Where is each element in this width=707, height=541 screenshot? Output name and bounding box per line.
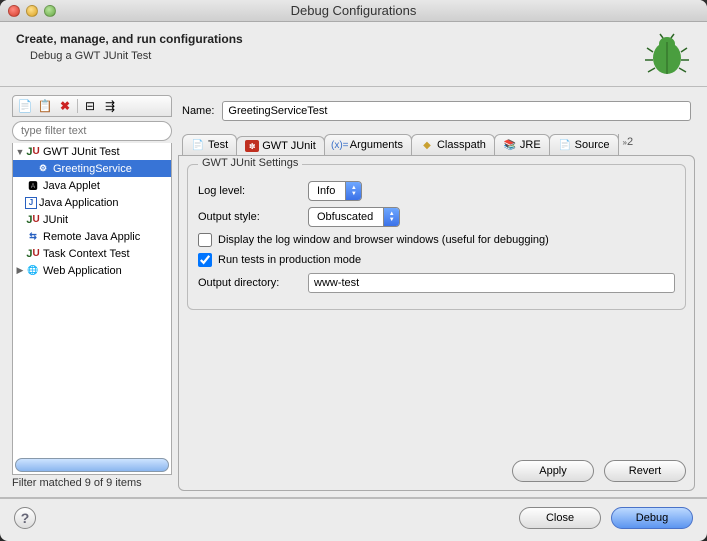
tree-item-greeting-service[interactable]: ⚙ GreetingService — [13, 160, 171, 177]
filter-input[interactable] — [12, 121, 172, 141]
close-button[interactable]: Close — [519, 507, 601, 529]
footer: ? Close Debug — [0, 498, 707, 541]
tab-overflow[interactable]: »2 — [618, 134, 636, 150]
titlebar: Debug Configurations — [0, 0, 707, 22]
horizontal-scrollbar[interactable] — [15, 458, 169, 472]
select-arrows-icon: ▲▼ — [383, 208, 399, 226]
dialog-window: Debug Configurations Create, manage, and… — [0, 0, 707, 541]
gwt-junit-settings-group: GWT JUnit Settings Log level: Info ▲▼ Ou… — [187, 164, 686, 310]
display-log-checkbox[interactable] — [198, 233, 212, 247]
tree-label: GWT JUnit Test — [43, 146, 120, 158]
tab-source[interactable]: 📄Source — [549, 134, 619, 155]
header-title: Create, manage, and run configurations — [16, 32, 643, 46]
new-config-icon[interactable]: 📄 — [17, 98, 33, 114]
help-button[interactable]: ? — [14, 507, 36, 529]
tree-label: GreetingService — [53, 163, 132, 175]
filter-status: Filter matched 9 of 9 items — [12, 475, 172, 491]
tree-item-gwt-junit[interactable]: ▼JU GWT JUnit Test — [13, 143, 171, 160]
left-panel: 📄 📋 ✖ ⊟ ⇶ ▼JU GWT JUnit Test ⚙ GreetingS… — [12, 95, 172, 491]
tab-test[interactable]: 📄Test — [182, 134, 237, 155]
production-mode-checkbox[interactable] — [198, 253, 212, 267]
output-style-label: Output style: — [198, 211, 308, 223]
tree-label: JUnit — [43, 214, 68, 226]
delete-config-icon[interactable]: ✖ — [57, 98, 73, 114]
name-label: Name: — [182, 105, 214, 117]
output-dir-label: Output directory: — [198, 277, 308, 289]
tree-item-java-application[interactable]: J Java Application — [13, 194, 171, 211]
tab-arguments[interactable]: (x)=Arguments — [324, 134, 412, 155]
tab-panel: GWT JUnit Settings Log level: Info ▲▼ Ou… — [178, 155, 695, 491]
tree-item-task-context[interactable]: JU Task Context Test — [13, 245, 171, 262]
tree-label: Remote Java Applic — [43, 231, 140, 243]
header-subtitle: Debug a GWT JUnit Test — [30, 50, 643, 62]
tab-classpath[interactable]: ◆Classpath — [411, 134, 495, 155]
select-arrows-icon: ▲▼ — [345, 182, 361, 200]
header: Create, manage, and run configurations D… — [0, 22, 707, 86]
tree-label: Java Application — [39, 197, 119, 209]
tree-label: Web Application — [43, 265, 122, 277]
tab-jre[interactable]: 📚JRE — [494, 134, 550, 155]
collapse-all-icon[interactable]: ⊟ — [82, 98, 98, 114]
bug-icon — [643, 32, 691, 80]
tree-label: Task Context Test — [43, 248, 130, 260]
tab-gwt-junit[interactable]: ✽GWT JUnit — [236, 136, 325, 155]
output-style-select[interactable]: Obfuscated ▲▼ — [308, 207, 400, 227]
config-toolbar: 📄 📋 ✖ ⊟ ⇶ — [12, 95, 172, 117]
tree-label: Java Applet — [43, 180, 100, 192]
production-mode-label: Run tests in production mode — [218, 254, 361, 266]
name-input[interactable] — [222, 101, 691, 121]
display-log-label: Display the log window and browser windo… — [218, 234, 549, 246]
tree-item-remote-java[interactable]: ⇆ Remote Java Applic — [13, 228, 171, 245]
tree-item-junit[interactable]: JU JUnit — [13, 211, 171, 228]
output-dir-input[interactable] — [308, 273, 675, 293]
tab-bar: 📄Test ✽GWT JUnit (x)=Arguments ◆Classpat… — [178, 129, 695, 155]
group-legend: GWT JUnit Settings — [198, 157, 302, 169]
config-tree[interactable]: ▼JU GWT JUnit Test ⚙ GreetingService 🅰 J… — [12, 143, 172, 475]
tree-item-java-applet[interactable]: 🅰 Java Applet — [13, 177, 171, 194]
log-level-select[interactable]: Info ▲▼ — [308, 181, 362, 201]
filter-icon[interactable]: ⇶ — [102, 98, 118, 114]
apply-button[interactable]: Apply — [512, 460, 594, 482]
debug-button[interactable]: Debug — [611, 507, 693, 529]
right-panel: Name: 📄Test ✽GWT JUnit (x)=Arguments ◆Cl… — [178, 95, 695, 491]
log-level-label: Log level: — [198, 185, 308, 197]
window-title: Debug Configurations — [0, 3, 707, 18]
revert-button[interactable]: Revert — [604, 460, 686, 482]
duplicate-config-icon[interactable]: 📋 — [37, 98, 53, 114]
tree-item-web-application[interactable]: ▶🌐 Web Application — [13, 262, 171, 279]
